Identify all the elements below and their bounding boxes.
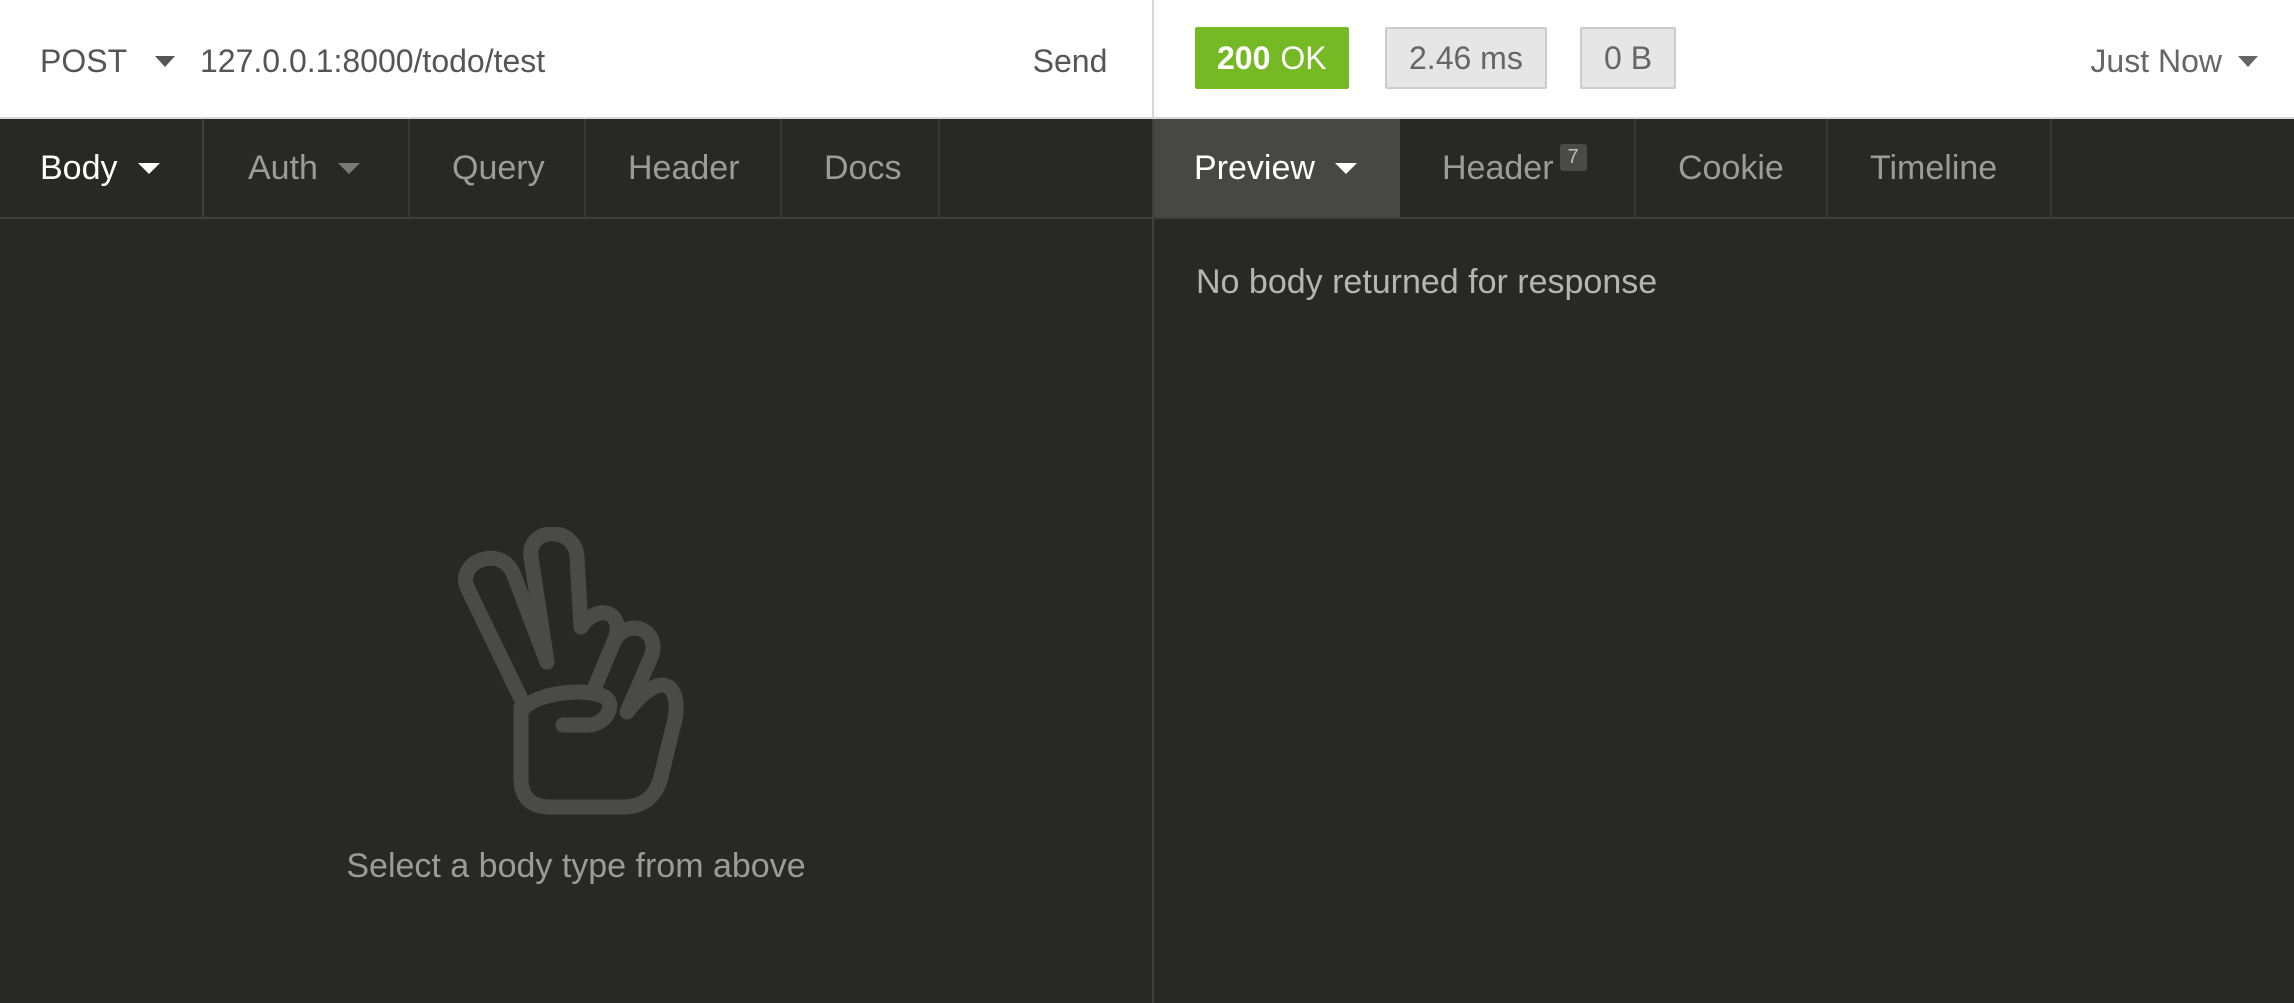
no-body-message: No body returned for response: [1196, 263, 1658, 301]
tab-auth[interactable]: Auth: [208, 119, 410, 217]
request-tabs: Body Auth Query Header Docs: [0, 119, 1152, 219]
response-time-badge: 2.46 ms: [1385, 27, 1547, 89]
status-code: 200: [1217, 39, 1271, 76]
tab-query-label: Query: [452, 148, 545, 187]
tab-timeline[interactable]: Timeline: [1830, 119, 2052, 217]
tab-body-label: Body: [40, 148, 118, 187]
method-label: POST: [40, 42, 128, 79]
history-label: Just Now: [2090, 42, 2222, 79]
tab-response-header[interactable]: Header 7: [1402, 119, 1636, 217]
history-dropdown[interactable]: Just Now: [2090, 40, 2258, 82]
tab-body[interactable]: Body: [0, 119, 204, 217]
method-dropdown[interactable]: POST: [40, 40, 176, 82]
tab-header-label: Header: [628, 148, 740, 187]
tab-cookie-label: Cookie: [1678, 148, 1784, 187]
request-url-bar: POST Send: [0, 0, 1152, 117]
tab-auth-label: Auth: [248, 148, 318, 187]
request-pane: Body Auth Query Header Docs Select a bod…: [0, 119, 1152, 1003]
chevron-down-icon: [337, 162, 360, 174]
empty-body-message: Select a body type from above: [346, 847, 806, 885]
status-text: OK: [1280, 39, 1327, 76]
status-badge: 200 OK: [1195, 27, 1349, 89]
tab-header[interactable]: Header: [588, 119, 782, 217]
tab-response-header-label: Header: [1442, 148, 1554, 187]
tab-preview[interactable]: Preview: [1154, 119, 1400, 217]
url-input[interactable]: [200, 38, 980, 84]
response-tabs: Preview Header 7 Cookie Timeline: [1154, 119, 2294, 219]
tab-query[interactable]: Query: [412, 119, 586, 217]
top-bar: POST Send 200 OK 2.46 ms 0 B Just Now: [0, 0, 2294, 119]
tab-docs-label: Docs: [824, 148, 902, 187]
chevron-down-icon: [155, 55, 176, 67]
tab-preview-label: Preview: [1194, 148, 1315, 187]
tab-docs[interactable]: Docs: [784, 119, 940, 217]
send-button[interactable]: Send: [1000, 38, 1140, 84]
chevron-down-icon: [137, 162, 160, 174]
peace-hand-icon: [458, 527, 684, 815]
response-size-badge: 0 B: [1580, 27, 1677, 89]
response-pane: Preview Header 7 Cookie Timeline No body…: [1154, 119, 2294, 1003]
tab-timeline-label: Timeline: [1870, 148, 1998, 187]
header-count-badge: 7: [1559, 143, 1587, 171]
app-window: POST Send 200 OK 2.46 ms 0 B Just Now Bo…: [0, 0, 2294, 1003]
tab-cookie[interactable]: Cookie: [1638, 119, 1828, 217]
chevron-down-icon: [1334, 162, 1357, 174]
chevron-down-icon: [2238, 55, 2258, 67]
response-meta-bar: 200 OK 2.46 ms 0 B Just Now: [1154, 0, 2294, 117]
